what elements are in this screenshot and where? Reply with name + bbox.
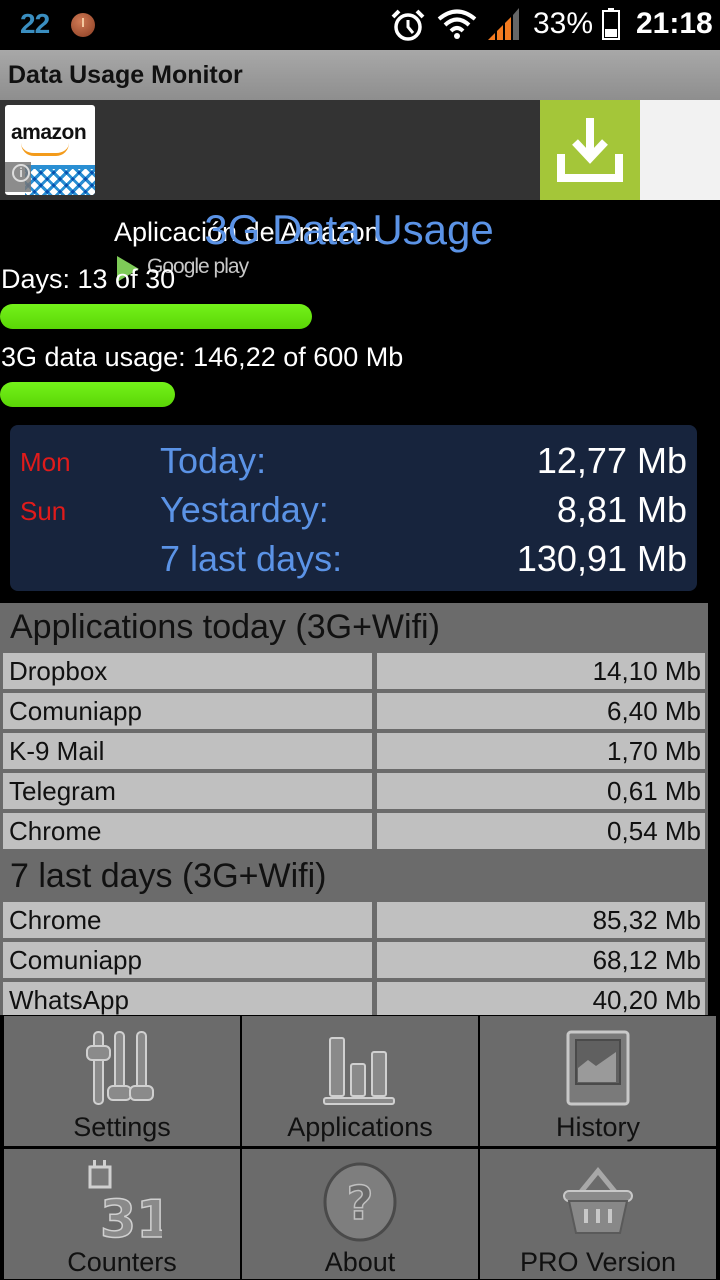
app-usage: 85,32 Mb bbox=[592, 905, 701, 935]
summary-label: Today: bbox=[160, 440, 267, 481]
summary-day: Mon bbox=[20, 447, 71, 477]
app-usage: 68,12 Mb bbox=[592, 945, 701, 975]
app-usage: 6,40 Mb bbox=[607, 696, 701, 726]
ad-spacer bbox=[640, 100, 720, 200]
title-bar: Data Usage Monitor bbox=[0, 50, 720, 100]
app-usage: 0,61 Mb bbox=[607, 776, 701, 806]
svg-text:31: 31 bbox=[100, 1190, 162, 1247]
table-row[interactable]: Comuniapp 6,40 Mb bbox=[3, 693, 705, 729]
app-usage-list[interactable]: Applications today (3G+Wifi) Dropbox 14,… bbox=[0, 603, 708, 1015]
history-button[interactable]: History bbox=[480, 1016, 716, 1146]
days-label: Days: 13 of 30 bbox=[1, 264, 176, 294]
info-icon[interactable]: i bbox=[5, 162, 31, 192]
history-label: History bbox=[555, 1112, 640, 1142]
usage-progress-bar bbox=[0, 382, 720, 407]
settings-label: Settings bbox=[73, 1112, 171, 1142]
calendar-31-icon: 31 bbox=[88, 1160, 162, 1247]
pro-version-label: PRO Version bbox=[519, 1247, 677, 1277]
basket-icon bbox=[563, 1167, 633, 1234]
bar-chart-icon bbox=[323, 1037, 395, 1105]
pro-version-button[interactable]: PRO Version bbox=[480, 1149, 716, 1279]
about-label: About bbox=[324, 1247, 396, 1277]
battery-icon bbox=[602, 8, 620, 40]
cart-icon bbox=[25, 165, 95, 195]
app-usage: 40,20 Mb bbox=[592, 985, 701, 1015]
status-bar: 22 33% 21:18 bbox=[0, 0, 720, 50]
table-row[interactable]: K-9 Mail 1,70 Mb bbox=[3, 733, 705, 769]
section-title-today: Applications today (3G+Wifi) bbox=[10, 608, 440, 646]
app-name: Comuniapp bbox=[9, 945, 142, 975]
app-name: Chrome bbox=[9, 816, 102, 846]
usage-progress-fill bbox=[0, 382, 175, 407]
notification-count: 22 bbox=[20, 8, 50, 39]
app-usage: 0,54 Mb bbox=[607, 816, 701, 846]
app-name: WhatsApp bbox=[9, 985, 129, 1015]
table-row[interactable]: Telegram 0,61 Mb bbox=[3, 773, 705, 809]
settings-button[interactable]: Settings bbox=[4, 1016, 240, 1146]
table-row[interactable]: Chrome 0,54 Mb bbox=[3, 813, 705, 849]
ad-logo-text: amazon bbox=[11, 121, 87, 144]
svg-text:?: ? bbox=[347, 1176, 374, 1230]
app-name: Dropbox bbox=[9, 656, 108, 686]
summary-label: 7 last days: bbox=[160, 538, 343, 579]
summary-label: Yestarday: bbox=[160, 489, 329, 530]
app-name: Comuniapp bbox=[9, 696, 142, 726]
app-usage: 1,70 Mb bbox=[607, 736, 701, 766]
alarm-icon bbox=[391, 9, 425, 41]
counters-button[interactable]: 31 Counters bbox=[4, 1149, 240, 1279]
summary-value: 130,91 Mb bbox=[516, 538, 687, 579]
summary-day: Sun bbox=[20, 496, 67, 526]
table-row[interactable]: WhatsApp 40,20 Mb bbox=[3, 982, 705, 1015]
clock: 21:18 bbox=[636, 7, 713, 40]
summary-value: 8,81 Mb bbox=[556, 489, 687, 530]
download-button[interactable] bbox=[540, 100, 640, 200]
usage-summary: Mon Today: 12,77 Mb Sun Yestarday: 8,81 … bbox=[10, 425, 697, 591]
bottom-menu: Settings Applications History 31 Counter… bbox=[0, 1015, 720, 1280]
download-icon bbox=[557, 118, 623, 182]
section-title-week: 7 last days (3G+Wifi) bbox=[10, 857, 327, 895]
wifi-icon bbox=[437, 9, 477, 39]
applications-label: Applications bbox=[287, 1112, 433, 1142]
app-name: K-9 Mail bbox=[9, 736, 105, 766]
about-button[interactable]: ? About bbox=[242, 1149, 478, 1279]
table-row[interactable]: Dropbox 14,10 Mb bbox=[3, 653, 705, 689]
counters-label: Counters bbox=[67, 1247, 177, 1277]
sliders-icon bbox=[86, 1031, 154, 1105]
summary-value: 12,77 Mb bbox=[536, 440, 687, 481]
app-name: Telegram bbox=[9, 776, 116, 806]
battery-percent: 33% bbox=[533, 7, 594, 40]
signal-icon bbox=[488, 8, 519, 40]
question-icon: ? bbox=[323, 1162, 397, 1242]
app-title: Data Usage Monitor bbox=[8, 61, 243, 89]
table-row[interactable]: Chrome 85,32 Mb bbox=[3, 902, 705, 938]
usage-label: 3G data usage: 146,22 of 600 Mb bbox=[1, 342, 404, 372]
app-usage: 14,10 Mb bbox=[592, 656, 701, 686]
table-row[interactable]: Comuniapp 68,12 Mb bbox=[3, 942, 705, 978]
power-icon bbox=[71, 13, 95, 37]
app-name: Chrome bbox=[9, 905, 102, 935]
amazon-smile-icon bbox=[21, 143, 69, 156]
days-progress-bar bbox=[0, 304, 720, 329]
page-title: 3G Data Usage bbox=[204, 206, 494, 253]
days-progress-fill bbox=[0, 304, 312, 329]
applications-button[interactable]: Applications bbox=[242, 1016, 478, 1146]
history-chart-icon bbox=[566, 1030, 630, 1106]
